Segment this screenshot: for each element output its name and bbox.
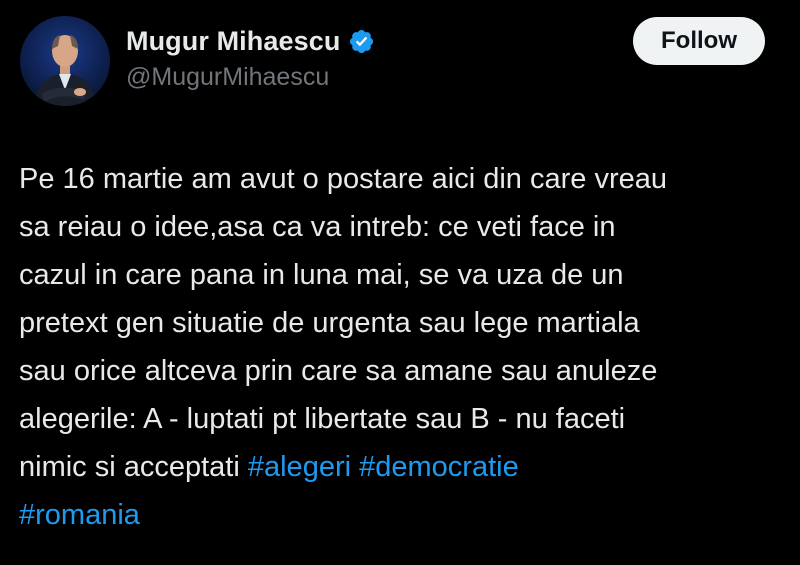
tweet-text: Pe 16 martie am avut o postare aici din …	[19, 155, 789, 539]
hashtag-alegeri[interactable]: #alegeri	[248, 451, 351, 483]
tweet-body: Pe 16 martie am avut o postare aici din …	[19, 163, 667, 483]
hashtag-romania[interactable]: #romania	[19, 499, 140, 531]
follow-button[interactable]: Follow	[633, 17, 765, 65]
profile-photo-icon	[20, 16, 110, 106]
verified-badge-icon	[348, 28, 375, 55]
author-name-row: Mugur Mihaescu	[126, 26, 375, 57]
avatar[interactable]	[20, 16, 110, 106]
author-handle[interactable]: @MugurMihaescu	[126, 63, 329, 92]
author-display-name[interactable]: Mugur Mihaescu	[126, 26, 340, 57]
hashtag-democratie[interactable]: #democratie	[359, 451, 519, 483]
